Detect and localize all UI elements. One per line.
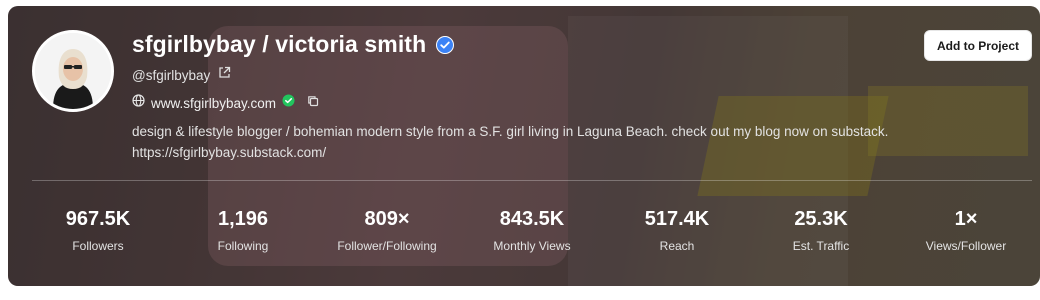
stat-views-per-follower: 1× Views/Follower xyxy=(896,208,1036,253)
profile-header: sfgirlbybay / victoria smith xyxy=(132,31,455,58)
divider xyxy=(32,180,1032,181)
stat-following: 1,196 Following xyxy=(173,208,313,253)
stat-label: Following xyxy=(217,239,269,253)
profile-handle: @sfgirlbybay xyxy=(132,67,211,83)
stat-followers: 967.5K Followers xyxy=(28,208,168,253)
stat-value: 1× xyxy=(954,208,978,230)
stat-value: 809× xyxy=(364,208,410,230)
stat-value: 1,196 xyxy=(217,208,269,230)
stat-value: 843.5K xyxy=(499,208,565,230)
stat-follower-following: 809× Follower/Following xyxy=(317,208,457,253)
website-link[interactable]: www.sfgirlbybay.com xyxy=(151,96,276,111)
stat-est-traffic: 25.3K Est. Traffic xyxy=(751,208,891,253)
add-to-project-button[interactable]: Add to Project xyxy=(923,30,1032,61)
check-circle-icon xyxy=(282,94,295,112)
profile-title: sfgirlbybay / victoria smith xyxy=(132,31,427,57)
avatar-image xyxy=(35,33,111,109)
stat-label: Est. Traffic xyxy=(792,239,850,253)
profile-card: sfgirlbybay / victoria smith @sfgirlbyba… xyxy=(8,6,1040,286)
stat-value: 25.3K xyxy=(794,208,848,230)
profile-bio: design & lifestyle blogger / bohemian mo… xyxy=(132,124,889,160)
globe-icon xyxy=(132,94,145,112)
stat-label: Followers xyxy=(72,239,124,253)
handle-row: @sfgirlbybay xyxy=(132,66,231,84)
stat-label: Follower/Following xyxy=(337,239,437,253)
copy-icon[interactable] xyxy=(307,94,319,112)
stat-label: Monthly Views xyxy=(493,239,571,253)
avatar xyxy=(32,30,114,112)
stat-label: Views/Follower xyxy=(925,239,1007,253)
website-row: www.sfgirlbybay.com xyxy=(132,94,319,112)
stat-label: Reach xyxy=(659,239,695,253)
external-link-icon[interactable] xyxy=(218,66,231,84)
stat-value: 967.5K xyxy=(65,208,131,230)
stat-monthly-views: 843.5K Monthly Views xyxy=(462,208,602,253)
verified-badge-icon xyxy=(436,35,455,54)
stat-value: 517.4K xyxy=(644,208,710,230)
stat-reach: 517.4K Reach xyxy=(607,208,747,253)
